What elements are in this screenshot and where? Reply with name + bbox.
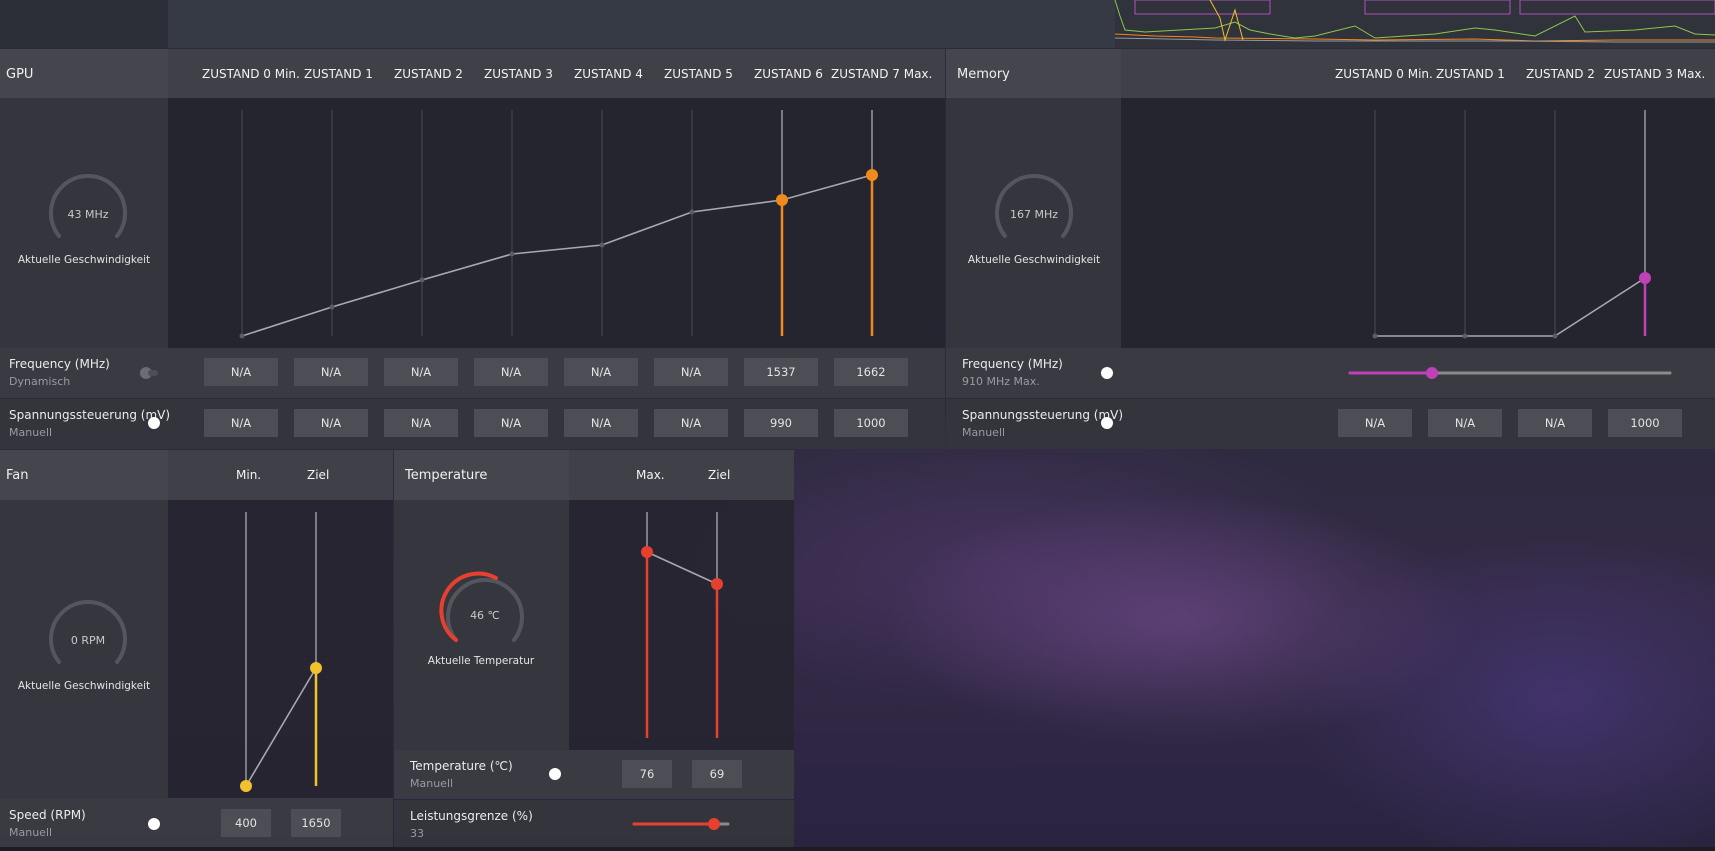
temperature-target-value[interactable]: 69 bbox=[692, 760, 742, 788]
memory-frequency-mode: 910 MHz Max. bbox=[962, 375, 1040, 388]
fan-speed-toggle[interactable] bbox=[148, 818, 160, 830]
memory-frequency-label: Frequency (MHz) bbox=[962, 357, 1063, 371]
fan-speed-target[interactable]: 1650 bbox=[291, 809, 341, 837]
power-limit-slider-thumb[interactable] bbox=[708, 818, 720, 830]
temperature-max-value[interactable]: 76 bbox=[622, 760, 672, 788]
memory-gauge-value: 167 MHz bbox=[1009, 208, 1059, 221]
memory-gauge-label: Aktuelle Geschwindigkeit bbox=[967, 254, 1101, 266]
temperature-setting-toggle[interactable] bbox=[549, 768, 561, 780]
memory-gauge-ring bbox=[995, 174, 1073, 238]
memory-voltage-label: Spannungssteuerung (mV) bbox=[962, 408, 1124, 422]
memory-voltage-toggle[interactable] bbox=[1101, 417, 1113, 429]
bottom-edge bbox=[0, 847, 1715, 851]
fan-speed-label: Speed (RPM) bbox=[9, 808, 86, 822]
memory-voltage-state-3[interactable]: 1000 bbox=[1608, 409, 1682, 437]
memory-frequency-toggle[interactable] bbox=[1101, 367, 1113, 379]
memory-frequency-slider-thumb[interactable] bbox=[1426, 367, 1438, 379]
memory-state-3-handle[interactable] bbox=[1639, 272, 1651, 284]
temperature-graph-layer bbox=[439, 512, 723, 738]
fan-speed-mode: Manuell bbox=[9, 826, 53, 839]
gpu-frequency-state-7[interactable]: 1662 bbox=[834, 358, 908, 386]
memory-voltage-state-0[interactable]: N/A bbox=[1338, 409, 1412, 437]
temperature-max-handle[interactable] bbox=[641, 546, 653, 558]
memory-voltage-row bbox=[946, 399, 1715, 449]
power-limit-slider[interactable] bbox=[630, 814, 735, 834]
memory-voltage-mode: Manuell bbox=[962, 426, 1006, 439]
memory-voltage-state-1[interactable]: N/A bbox=[1428, 409, 1502, 437]
power-limit-value: 33 bbox=[410, 827, 424, 840]
memory-voltage-state-2[interactable]: N/A bbox=[1518, 409, 1592, 437]
temperature-curve-line bbox=[646, 551, 718, 585]
temperature-setting-mode: Manuell bbox=[410, 777, 454, 790]
temperature-gauge-value: 46 ℃ bbox=[470, 609, 500, 622]
temperature-setting-label: Temperature (℃) bbox=[410, 759, 513, 773]
power-limit-label: Leistungsgrenze (%) bbox=[410, 809, 533, 823]
fan-speed-min[interactable]: 400 bbox=[221, 809, 271, 837]
temperature-target-handle[interactable] bbox=[711, 578, 723, 590]
gpu-voltage-state-7[interactable]: 1000 bbox=[834, 409, 908, 437]
memory-frequency-slider[interactable] bbox=[1345, 364, 1675, 384]
memory-curve-line bbox=[1375, 277, 1646, 337]
temperature-gauge-label: Aktuelle Temperatur bbox=[427, 655, 535, 667]
